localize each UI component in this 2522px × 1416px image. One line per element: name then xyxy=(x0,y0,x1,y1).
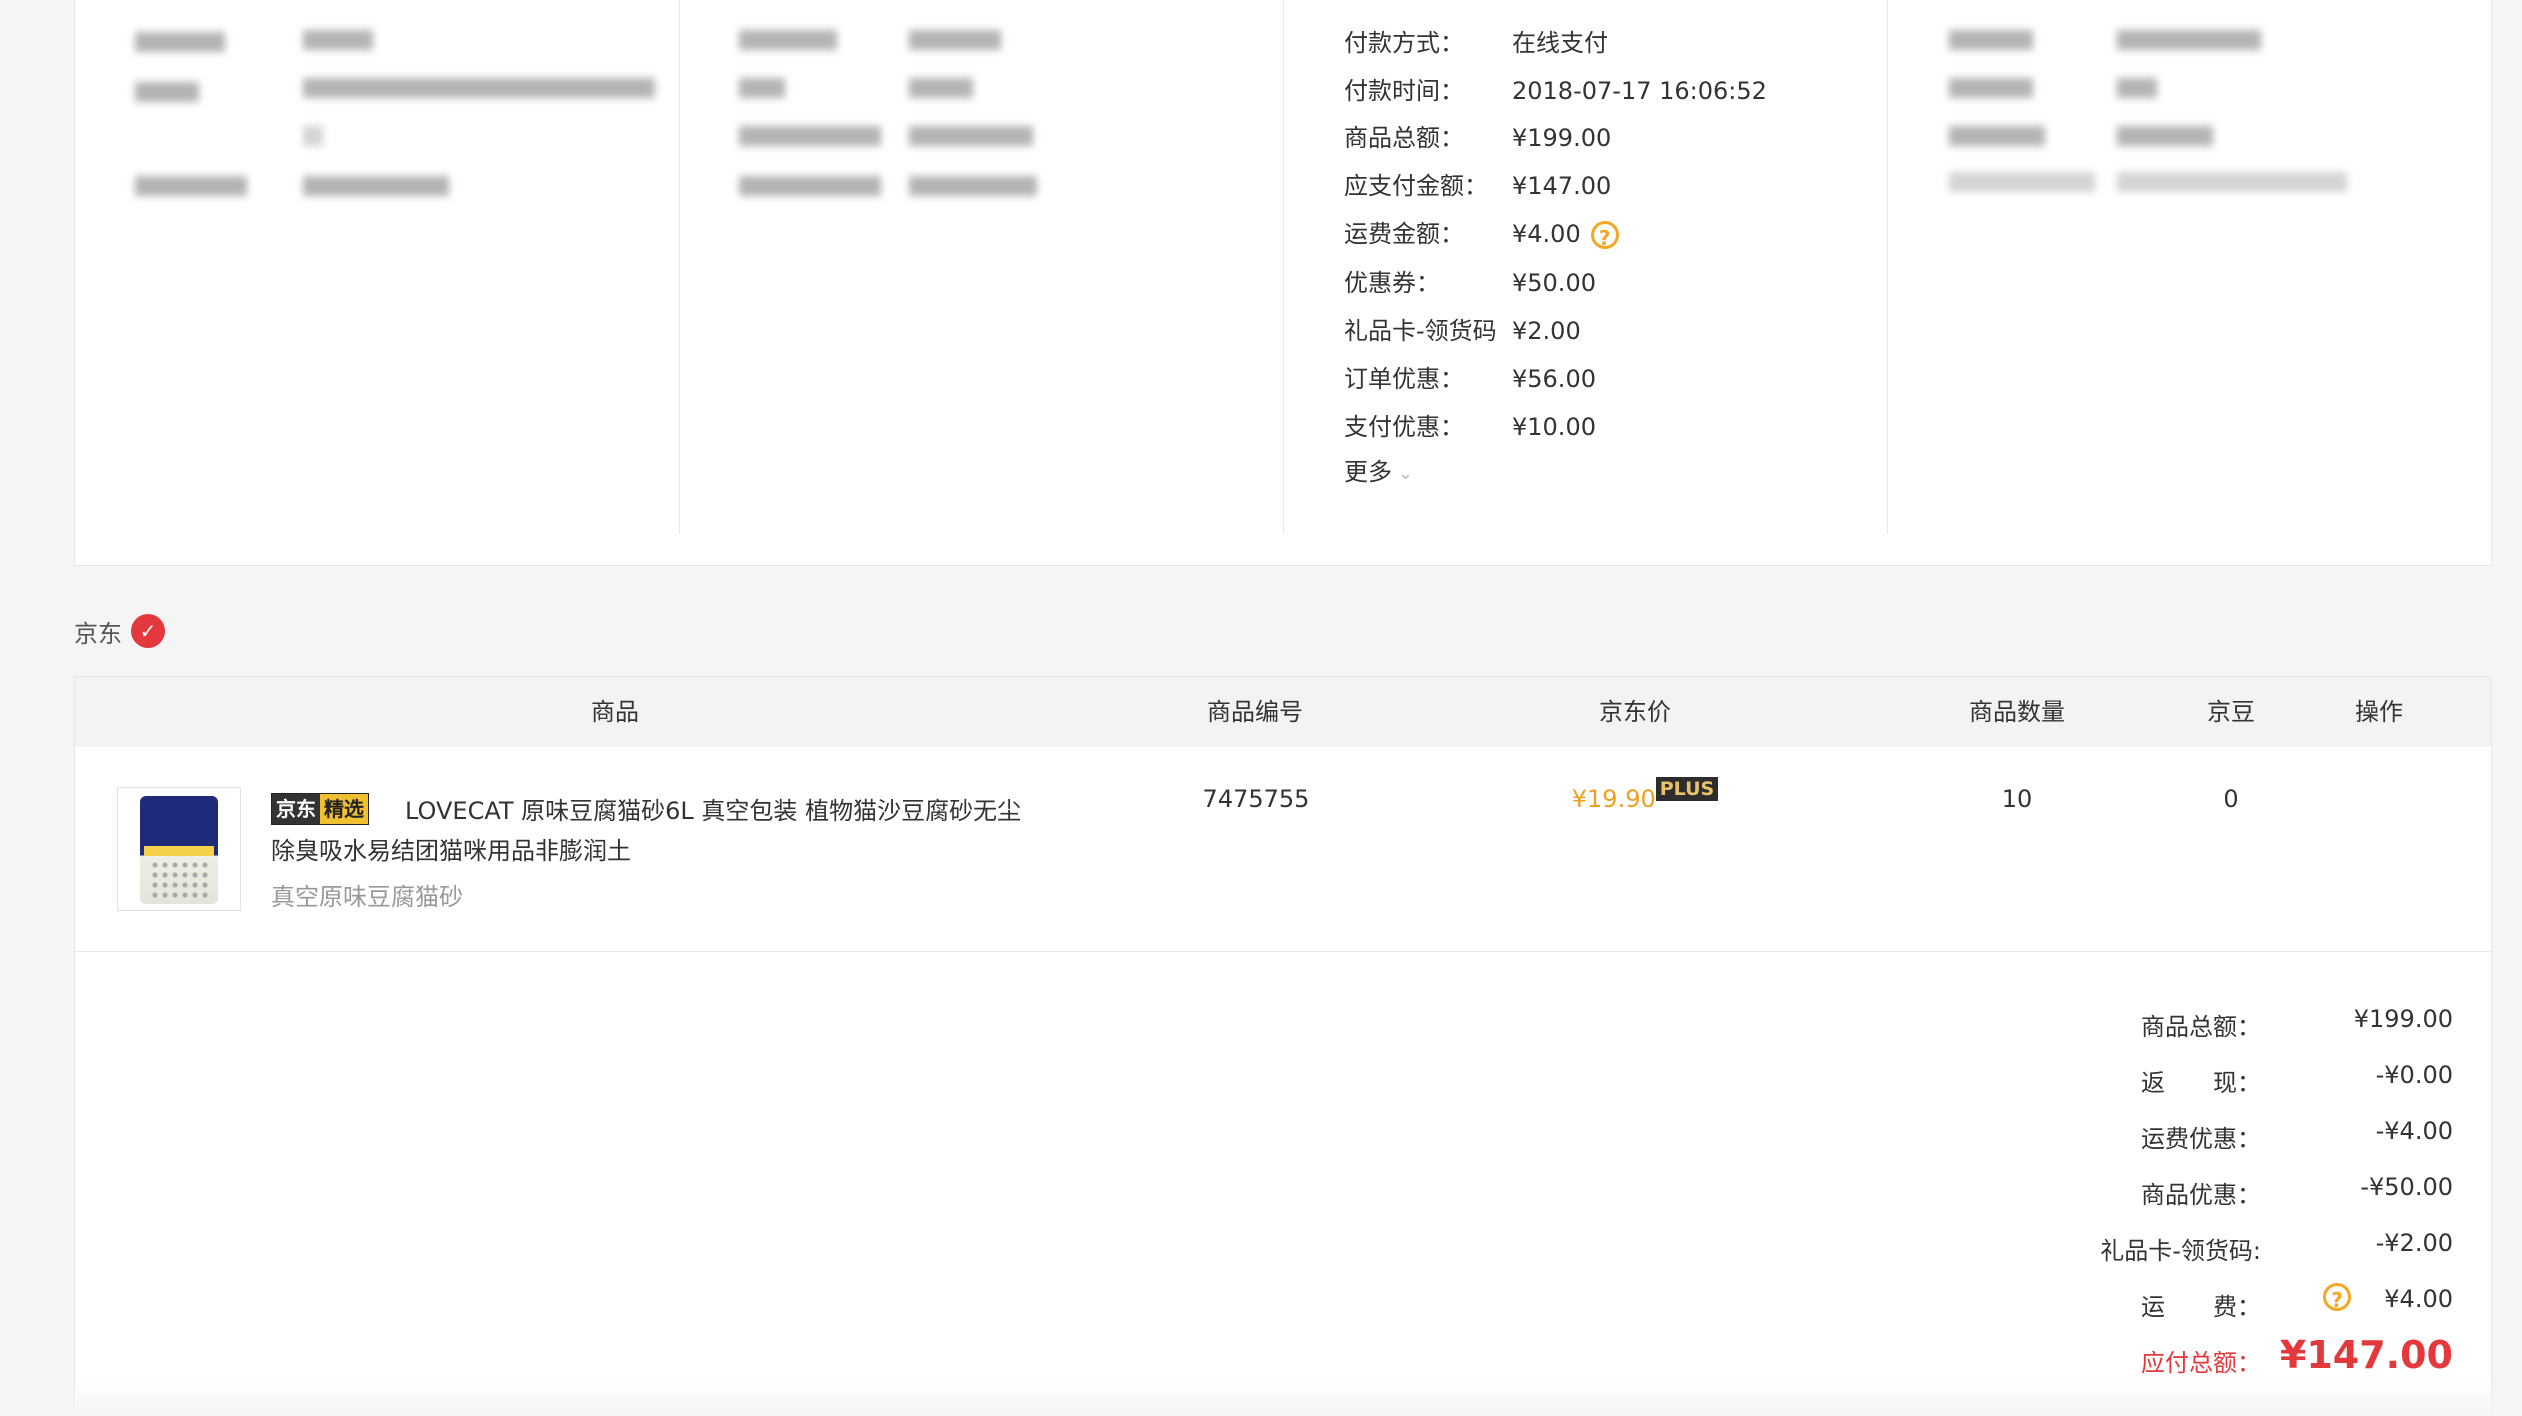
summary-goods-total-value: ¥199.00 xyxy=(2353,1005,2453,1033)
plus-member-badge: PLUS xyxy=(1655,777,1719,801)
summary-total-value: ¥147.00 xyxy=(2279,1333,2453,1377)
more-label[interactable]: 更多 xyxy=(1344,458,1392,486)
payable-label: 应支付金额： xyxy=(1344,172,1488,200)
product-price: ¥19.90 xyxy=(1571,785,1656,813)
summary-giftcard-value: -¥2.00 xyxy=(2375,1229,2453,1257)
order-discount-label: 订单优惠： xyxy=(1344,365,1464,393)
payment-method-label: 付款方式： xyxy=(1344,29,1464,57)
jd-selected-badge: 京东 精选 xyxy=(271,793,369,825)
product-quantity: 10 xyxy=(2001,785,2033,813)
pay-discount-value: ¥10.00 xyxy=(1512,413,1596,441)
payable-value: ¥147.00 xyxy=(1512,172,1612,200)
bottom-shadow xyxy=(74,1380,2492,1416)
shipping-fee-label: 运费金额： xyxy=(1344,220,1464,248)
summary-shipping-discount-value: -¥4.00 xyxy=(2375,1117,2453,1145)
summary-freight-value: ¥4.00 xyxy=(2384,1285,2453,1313)
summary-cashback-label: 返 现： xyxy=(2141,1069,2261,1097)
product-sku: 7475755 xyxy=(1202,785,1310,813)
badge-right-text: 精选 xyxy=(320,794,368,824)
header-action: 操作 xyxy=(2355,698,2403,726)
table-header: 商品 商品编号 京东价 商品数量 京豆 操作 xyxy=(75,677,2491,747)
giftcard-label: 礼品卡-领货码 xyxy=(1344,317,1497,345)
payment-time-label: 付款时间： xyxy=(1344,77,1464,105)
product-thumbnail[interactable] xyxy=(117,787,241,911)
column-divider xyxy=(1283,0,1284,534)
giftcard-value: ¥2.00 xyxy=(1512,317,1581,345)
shop-name[interactable]: 京东 xyxy=(74,614,122,649)
question-circle-icon[interactable]: ? xyxy=(1590,221,1619,250)
shipping-fee-value: ¥4.00 xyxy=(1512,220,1581,248)
header-product: 商品 xyxy=(591,698,639,726)
badge-left-text: 京东 xyxy=(272,794,320,824)
payment-time-value: 2018-07-17 16:06:52 xyxy=(1512,77,1767,105)
header-jingdou: 京豆 xyxy=(2207,698,2255,726)
summary-goods-discount-label: 商品优惠： xyxy=(2141,1181,2261,1209)
header-sku: 商品编号 xyxy=(1207,698,1303,726)
summary-goods-total-label: 商品总额： xyxy=(2141,1013,2261,1041)
chevron-double-down-icon[interactable]: ⌄ xyxy=(1398,463,1413,484)
summary-giftcard-label: 礼品卡-领货码: xyxy=(2100,1237,2261,1265)
order-discount-value: ¥56.00 xyxy=(1512,365,1596,393)
column-divider xyxy=(1887,0,1888,534)
product-jingdou: 0 xyxy=(2223,785,2239,813)
summary-shipping-discount-label: 运费优惠： xyxy=(2141,1125,2261,1153)
product-spec: 真空原味豆腐猫砂 xyxy=(271,883,463,911)
order-info-panel xyxy=(74,0,2492,566)
product-price-cell: ¥19.90 PLUS xyxy=(1545,777,1745,813)
summary-freight-label: 运 费： xyxy=(2141,1293,2261,1321)
cat-litter-bag-image xyxy=(140,796,218,904)
goods-total-label: 商品总额： xyxy=(1344,124,1464,152)
coupon-label: 优惠券： xyxy=(1344,269,1440,297)
row-divider xyxy=(75,951,2491,952)
coupon-value: ¥50.00 xyxy=(1512,269,1596,297)
shipping-fee-value-wrap: ¥4.00? xyxy=(1512,214,1619,254)
column-divider xyxy=(679,0,680,534)
more-toggle[interactable]: 更多 ⌄ xyxy=(1344,452,1413,487)
summary-goods-discount-value: -¥50.00 xyxy=(2360,1173,2453,1201)
product-title[interactable]: LOVECAT 原味豆腐猫砂6L 真空包装 植物猫沙豆腐砂无尘除臭吸水易结团猫咪… xyxy=(271,791,1031,871)
order-items-table: 商品 商品编号 京东价 商品数量 京豆 操作 LOVECAT 原味豆腐猫砂6L … xyxy=(74,676,2492,1416)
header-quantity: 商品数量 xyxy=(1969,698,2065,726)
goods-total-value: ¥199.00 xyxy=(1512,124,1612,152)
summary-cashback-value: -¥0.00 xyxy=(2375,1061,2453,1089)
pay-discount-label: 支付优惠： xyxy=(1344,413,1464,441)
jd-logo-icon[interactable]: ✓ xyxy=(131,614,165,648)
header-price: 京东价 xyxy=(1599,698,1671,726)
payment-method-value: 在线支付 xyxy=(1512,29,1608,57)
